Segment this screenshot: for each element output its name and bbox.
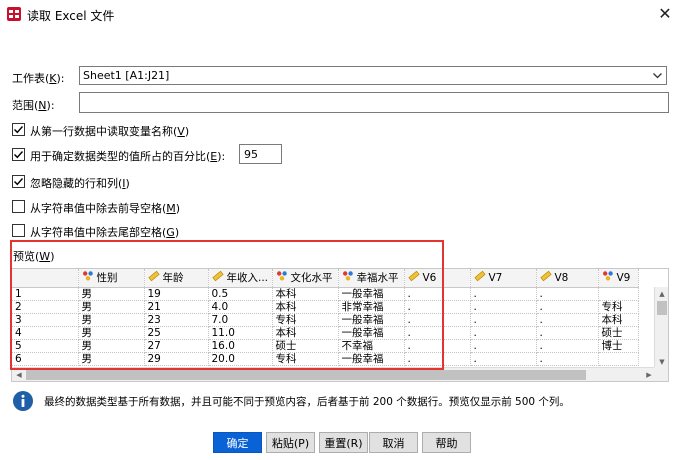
column-header-label: V7 bbox=[488, 271, 503, 284]
read-names-label: 从第一行数据中读取变量名称(V) bbox=[30, 123, 189, 139]
percent-label-text: 用于确定数据类型的值所占的百分比( bbox=[30, 150, 211, 163]
table-cell: . bbox=[470, 326, 537, 340]
table-cell: . bbox=[470, 339, 537, 353]
scrollbar-corner bbox=[654, 367, 668, 381]
trim-leading-label: 从字符串值中除去前导空格(M) bbox=[30, 200, 180, 216]
sheet-label: 工作表(K): bbox=[12, 70, 65, 86]
check-icon bbox=[14, 126, 24, 134]
column-header[interactable]: V7 bbox=[470, 269, 537, 288]
vertical-scroll-thumb[interactable] bbox=[657, 301, 667, 315]
scroll-up-icon[interactable]: ▲ bbox=[655, 287, 668, 301]
scroll-left-icon[interactable]: ◀ bbox=[12, 368, 26, 381]
table-cell: . bbox=[470, 352, 537, 366]
table-cell: . bbox=[536, 339, 599, 353]
check-icon bbox=[14, 178, 24, 186]
trim-leading-label-text: 从字符串值中除去前导空格( bbox=[30, 202, 167, 215]
reset-button[interactable]: 重置(R) bbox=[319, 432, 368, 453]
range-label-mnemonic: N bbox=[38, 99, 47, 112]
trim-trailing-checkbox[interactable] bbox=[12, 224, 25, 237]
vertical-scrollbar[interactable]: ▲ ▼ bbox=[654, 287, 668, 369]
close-icon: ✕ bbox=[658, 3, 672, 23]
column-header[interactable]: V8 bbox=[536, 269, 599, 288]
check-icon bbox=[14, 151, 24, 159]
ignore-hidden-label: 忽略隐藏的行和列(I) bbox=[30, 175, 130, 191]
sheet-select-value: Sheet1 [A1:J21] bbox=[83, 69, 170, 82]
table-cell: . bbox=[536, 313, 599, 327]
paste-button[interactable]: 粘贴(P) bbox=[266, 432, 315, 453]
trim-trailing-end: ) bbox=[174, 226, 180, 239]
range-label-end: ): bbox=[46, 99, 55, 112]
percent-label: 用于确定数据类型的值所占的百分比(E): bbox=[30, 148, 225, 164]
column-header-content: V7 bbox=[473, 270, 533, 285]
scale-icon bbox=[539, 270, 552, 285]
table-cell: 硕士 bbox=[598, 326, 639, 340]
table-cell: 本科 bbox=[598, 313, 639, 327]
range-label-text: 范围( bbox=[12, 99, 39, 112]
table-cell: . bbox=[470, 300, 537, 314]
nominal-icon bbox=[602, 270, 614, 285]
trim-leading-end: ) bbox=[175, 202, 181, 215]
percent-checkbox[interactable] bbox=[12, 148, 25, 161]
table-cell: 博士 bbox=[598, 339, 639, 353]
table-cell: . bbox=[536, 352, 599, 366]
range-label: 范围(N): bbox=[12, 97, 55, 113]
trim-leading-checkbox[interactable] bbox=[12, 200, 25, 213]
table-cell: . bbox=[536, 326, 599, 340]
read-names-checkbox[interactable] bbox=[12, 123, 25, 136]
sheet-label-text: 工作表( bbox=[12, 72, 50, 85]
read-names-label-text: 从第一行数据中读取变量名称( bbox=[30, 125, 178, 138]
percent-input[interactable]: 95 bbox=[239, 144, 282, 164]
help-button[interactable]: 帮助 bbox=[422, 432, 471, 453]
table-cell: . bbox=[470, 313, 537, 327]
ok-button[interactable]: 确定 bbox=[213, 432, 262, 453]
ignore-hidden-checkbox[interactable] bbox=[12, 175, 25, 188]
trim-trailing-label: 从字符串值中除去尾部空格(G) bbox=[30, 224, 179, 240]
column-header-content: V8 bbox=[539, 270, 595, 285]
info-icon bbox=[13, 391, 33, 411]
close-button[interactable]: ✕ bbox=[650, 0, 680, 26]
info-message: 最终的数据类型基于所有数据，并且可能不同于预览内容，后者基于前 200 个数据行… bbox=[44, 396, 570, 408]
read-names-mnemonic: V bbox=[177, 125, 185, 138]
ignore-hidden-end: ) bbox=[125, 177, 130, 190]
column-header-content: V9 bbox=[602, 270, 635, 285]
preview-highlight-frame bbox=[10, 240, 444, 370]
trim-trailing-label-text: 从字符串值中除去尾部空格( bbox=[30, 226, 167, 239]
table-cell bbox=[598, 352, 639, 366]
trim-leading-mnemonic: M bbox=[166, 202, 176, 215]
sheet-label-end: ): bbox=[56, 72, 65, 85]
sheet-label-mnemonic: K bbox=[49, 72, 57, 85]
scale-icon bbox=[473, 270, 486, 285]
trim-trailing-mnemonic: G bbox=[166, 226, 175, 239]
chevron-down-icon bbox=[650, 68, 664, 83]
window-title: 读取 Excel 文件 bbox=[27, 9, 115, 23]
table-cell bbox=[598, 287, 639, 301]
table-cell: . bbox=[470, 287, 537, 301]
column-header-label: V9 bbox=[616, 271, 631, 284]
table-cell: . bbox=[536, 300, 599, 314]
percent-end: ): bbox=[217, 150, 226, 163]
sheet-select[interactable]: Sheet1 [A1:J21] bbox=[79, 66, 667, 85]
cancel-button[interactable]: 取消 bbox=[369, 432, 418, 453]
column-header[interactable]: V9 bbox=[598, 269, 639, 288]
table-cell: . bbox=[536, 287, 599, 301]
ignore-hidden-label-text: 忽略隐藏的行和列( bbox=[30, 177, 123, 190]
column-header-label: V8 bbox=[554, 271, 569, 284]
read-names-end: ) bbox=[184, 125, 190, 138]
title-bar: 读取 Excel 文件 ✕ bbox=[0, 0, 680, 28]
spss-app-icon bbox=[7, 7, 21, 21]
table-cell: 专科 bbox=[598, 300, 639, 314]
range-input[interactable] bbox=[79, 92, 669, 113]
horizontal-scroll-thumb[interactable] bbox=[26, 370, 586, 380]
